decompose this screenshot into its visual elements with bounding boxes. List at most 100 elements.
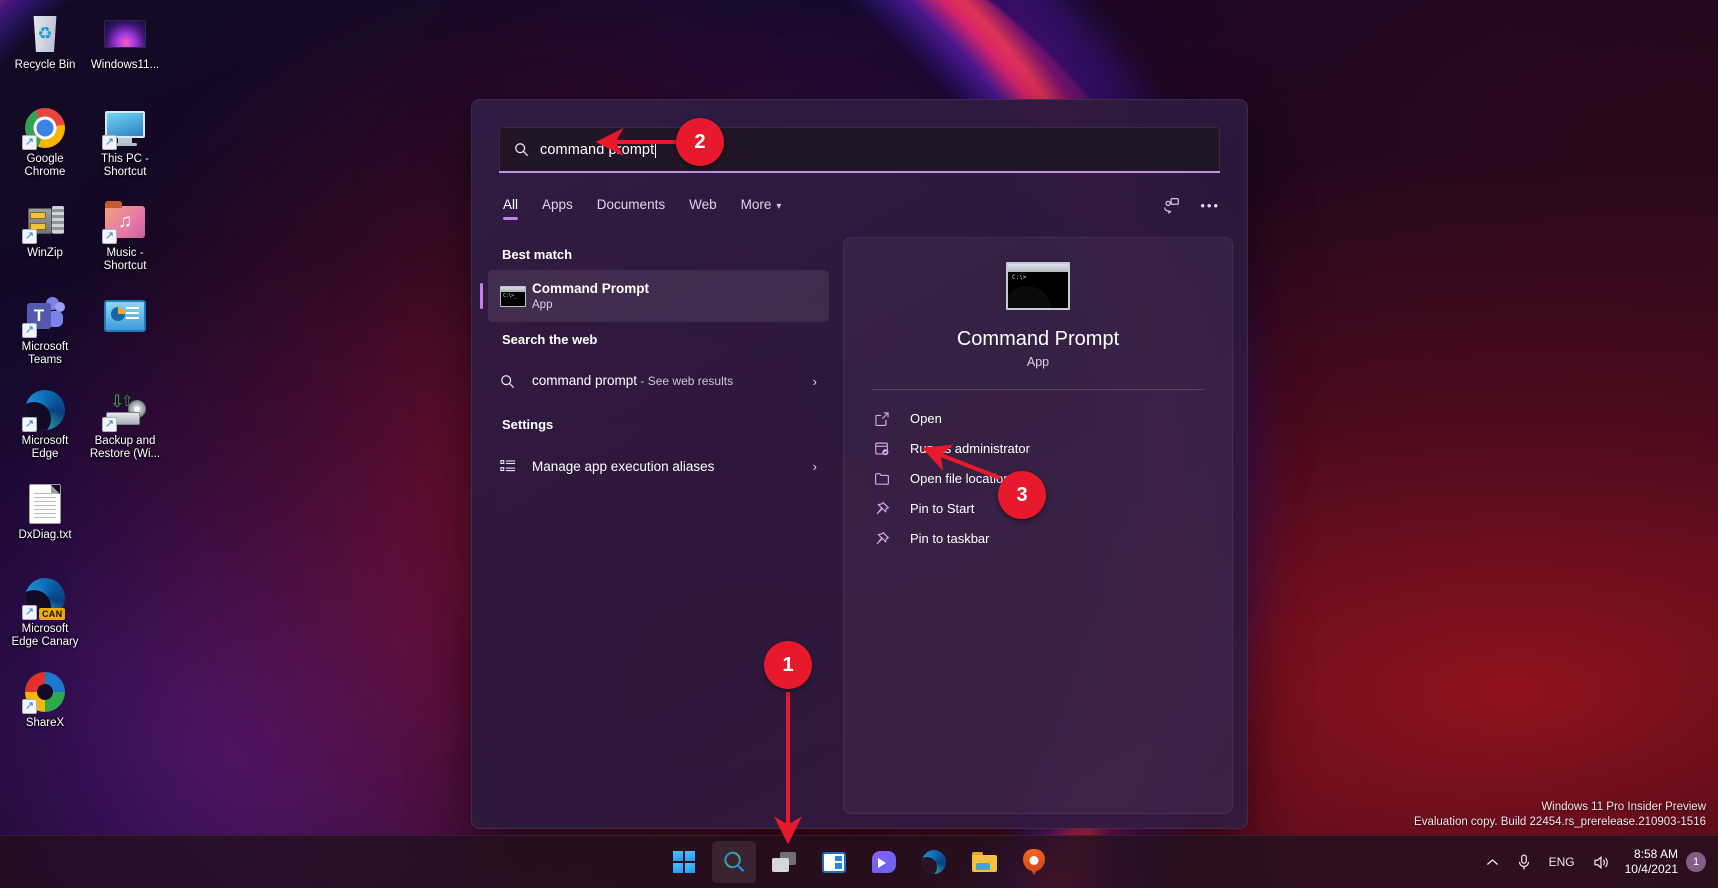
start-button[interactable] [662,841,706,883]
chat-button[interactable] [862,841,906,883]
desktop-icon-winzip[interactable]: ↗ WinZip [6,194,84,288]
tab-apps[interactable]: Apps [530,193,585,223]
microphone-icon[interactable] [1508,842,1540,882]
result-text-block: command prompt - See web results [532,372,733,390]
clock[interactable]: 8:58 AM 10/4/2021 [1619,847,1686,877]
shortcut-arrow-icon: ↗ [22,699,37,714]
notification-badge[interactable]: 1 [1686,852,1706,872]
tab-all[interactable]: All [499,193,530,223]
shortcut-arrow-icon: ↗ [22,229,37,244]
feedback-icon[interactable] [1163,197,1180,214]
desktop-icon-label: Microsoft Edge [21,435,69,460]
search-flyout-panel: command prompt All Apps Documents Web Mo… [471,99,1248,829]
result-text-block: Command Prompt App [532,280,649,313]
desktop-icon-backup-and-restore[interactable]: ⇩ ⇧ ↗ Backup and Restore (Wi... [86,382,164,476]
desktop-icon-google-chrome[interactable]: ↗ Google Chrome [6,100,84,194]
action-pin-to-taskbar[interactable]: Pin to taskbar [872,524,1204,553]
tab-more[interactable]: More ▾ [729,193,794,223]
tab-web[interactable]: Web [677,193,729,223]
command-prompt-icon: C:\> [1006,262,1070,310]
search-button[interactable] [712,841,756,883]
tab-label: All [503,197,519,212]
this-pc-icon: ↗ [101,106,149,150]
sharex-icon [1023,849,1045,875]
tab-documents[interactable]: Documents [585,193,677,223]
result-suffix: - See web results [637,374,734,388]
search-input-value-wrap: command prompt [540,141,657,158]
task-view-icon [772,852,796,872]
desktop-icon-microsoft-teams[interactable]: T ↗ Microsoft Teams [6,288,84,382]
desktop-icon-label: Microsoft Teams [21,341,69,366]
chevron-right-icon[interactable]: › [813,459,817,474]
folder-icon [874,471,910,487]
action-run-as-administrator[interactable]: Run as administrator [872,434,1204,463]
desktop-icon-recycle-bin[interactable]: Recycle Bin [6,6,84,100]
shortcut-arrow-icon: ↗ [22,605,37,620]
annotation-marker-2: 2 [676,118,724,166]
annotation-marker-1: 1 [764,641,812,689]
microsoft-edge-icon [922,850,946,874]
desktop-icon-music[interactable]: ↗ Music - Shortcut [86,194,164,288]
microsoft-edge-icon: ↗ [21,388,69,432]
desktop-icon-sharex[interactable]: ↗ ShareX [6,664,84,758]
chevron-right-icon[interactable]: › [813,374,817,389]
windows-evaluation-watermark: Windows 11 Pro Insider Preview Evaluatio… [1414,800,1706,830]
app-preview-pane: C:\> Command Prompt App Open Run as admi… [843,237,1233,814]
action-open[interactable]: Open [872,404,1204,433]
search-icon [500,374,532,389]
annotation-number: 3 [1016,483,1028,506]
desktop-icon-dxdiag-txt[interactable]: DxDiag.txt [6,476,84,570]
more-options-icon[interactable]: ••• [1200,198,1220,213]
preview-divider [872,389,1204,390]
task-view-button[interactable] [762,841,806,883]
text-file-icon [21,482,69,526]
desktop-icon-label: DxDiag.txt [18,529,72,541]
watermark-line-2: Evaluation copy. Build 22454.rs_prerelea… [1414,816,1706,828]
desktop-icon-empty-slot [86,476,164,570]
search-icon [722,850,746,874]
music-folder-icon: ↗ [101,200,149,244]
volume-icon[interactable] [1584,842,1619,882]
desktop-icon-this-pc[interactable]: ↗ This PC - Shortcut [86,100,164,194]
desktop-icon-windows11-image[interactable]: Windows11... [86,6,164,100]
desktop-icon-control-panel[interactable] [86,288,164,382]
widgets-button[interactable] [812,841,856,883]
desktop-icon-label: This PC - Shortcut [101,153,149,178]
shortcut-arrow-icon: ↗ [102,229,117,244]
winzip-icon: ↗ [21,200,69,244]
desktop-icon-label: Music - Shortcut [103,247,147,272]
annotation-marker-3: 3 [998,471,1046,519]
result-manage-app-execution-aliases[interactable]: Manage app execution aliases › [488,440,829,492]
widgets-icon [822,851,846,873]
chat-icon [872,851,896,873]
clock-date: 10/4/2021 [1624,862,1678,876]
shortcut-arrow-icon: ↗ [22,135,37,150]
group-header-settings: Settings [502,417,554,432]
desktop-icon-label: ShareX [25,717,65,729]
search-input[interactable]: command prompt [499,127,1220,173]
desktop-icon-empty-slot [86,570,164,664]
sharex-button[interactable] [1012,841,1056,883]
tab-label: Documents [596,197,666,212]
tab-label: Apps [542,197,573,212]
file-explorer-button[interactable] [962,841,1006,883]
image-file-icon [101,12,149,56]
tray-expand-button[interactable] [1477,842,1508,882]
preview-title: Command Prompt [956,328,1120,350]
desktop-icon-microsoft-edge-canary[interactable]: ↗ CAN Microsoft Edge Canary [6,570,84,664]
pin-icon [874,531,910,547]
pin-icon [874,501,910,517]
desktop-icon-microsoft-edge[interactable]: ↗ Microsoft Edge [6,382,84,476]
windows-logo-icon [673,851,695,873]
text-caret [655,141,657,158]
result-subtitle: App [532,298,553,311]
result-command-prompt[interactable]: C:\>_ Command Prompt App [480,270,829,322]
preview-subtitle: App [1026,355,1050,369]
canary-badge: CAN [39,608,66,620]
search-results-list: Best match C:\>_ Command Prompt App Sear… [472,237,829,828]
action-label: Open [910,411,942,426]
result-web-search[interactable]: command prompt - See web results › [488,355,829,407]
microsoft-edge-button[interactable] [912,841,956,883]
language-indicator[interactable]: ENG [1540,842,1584,882]
search-icon [514,142,534,157]
